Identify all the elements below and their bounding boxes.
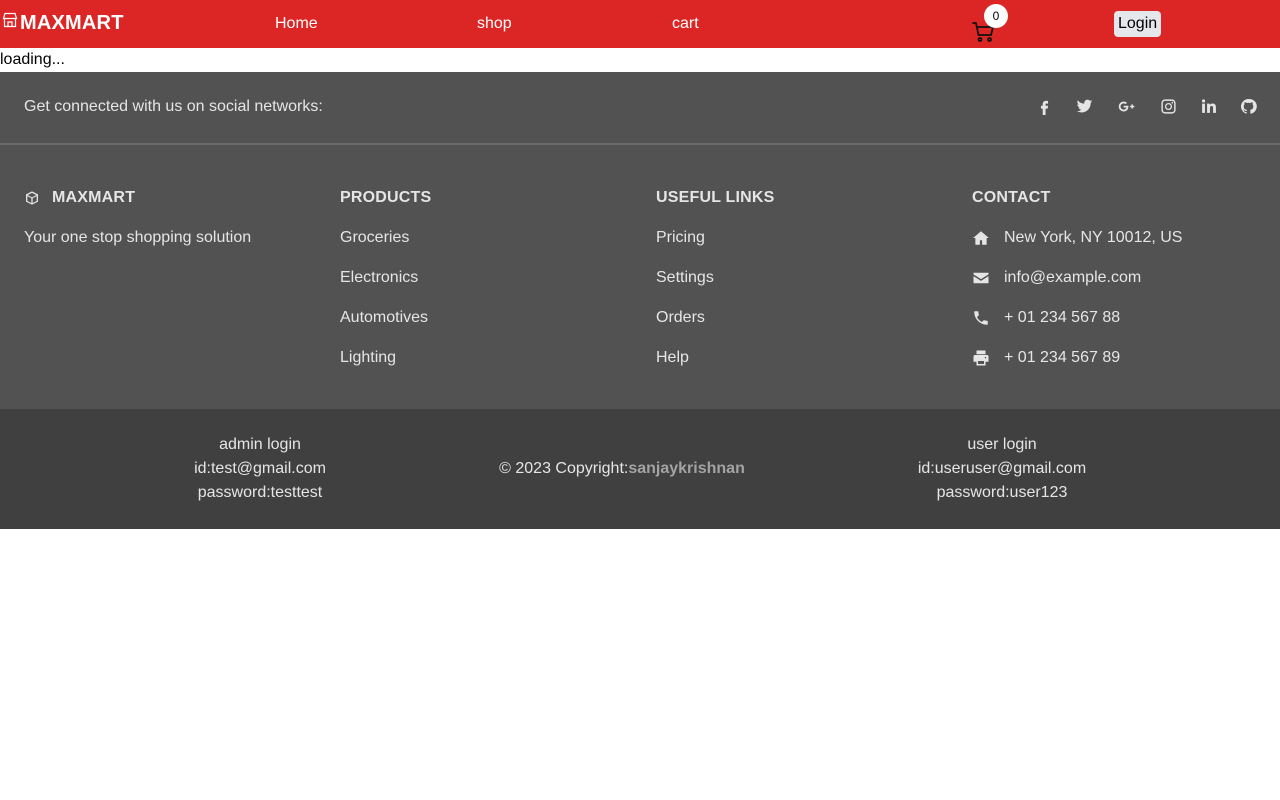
contact-email: info@example.com	[972, 267, 1182, 289]
contact-phone: + 01 234 567 88	[972, 307, 1182, 329]
admin-login-title: admin login	[219, 436, 301, 453]
product-link-automotives[interactable]: Automotives	[340, 307, 431, 329]
instagram-icon[interactable]	[1158, 96, 1178, 116]
useful-links-title: USEFUL LINKS	[656, 189, 775, 206]
user-login-id: id:useruser@gmail.com	[917, 460, 1087, 477]
footer-bottom: admin login id:test@gmail.com password:t…	[0, 409, 1280, 529]
product-link-electronics[interactable]: Electronics	[340, 267, 431, 289]
user-login-info: user login id:useruser@gmail.com passwor…	[880, 433, 1124, 505]
contact-title: CONTACT	[972, 189, 1051, 206]
envelope-icon	[973, 272, 989, 284]
footer-useful-links-column: USEFUL LINKS Pricing Settings Orders Hel…	[656, 187, 775, 369]
products-title: PRODUCTS	[340, 189, 432, 206]
useful-link-pricing[interactable]: Pricing	[656, 227, 775, 249]
footer-main: MAXMART Your one stop shopping solution …	[0, 145, 1280, 409]
footer-contact-column: CONTACT New York, NY 10012, US info@exam…	[972, 187, 1182, 369]
login-button[interactable]: Login	[1114, 11, 1162, 37]
copyright: © 2023 Copyright:sanjaykrishnan	[460, 457, 784, 481]
linkedin-icon[interactable]	[1198, 96, 1218, 116]
contact-email-text: info@example.com	[1004, 269, 1142, 286]
useful-link-settings[interactable]: Settings	[656, 267, 775, 289]
nav-shop-link[interactable]: shop	[477, 14, 512, 34]
contact-phone-text: + 01 234 567 88	[1004, 309, 1121, 326]
footer-products-column: PRODUCTS Groceries Electronics Automotiv…	[340, 187, 431, 369]
admin-login-password: password:testtest	[197, 484, 323, 501]
useful-link-help[interactable]: Help	[656, 347, 775, 369]
social-bar: Get connected with us on social networks…	[0, 72, 1280, 145]
nav-home-link[interactable]: Home	[275, 14, 318, 34]
google-plus-icon[interactable]	[1116, 96, 1136, 116]
contact-address: New York, NY 10012, US	[972, 227, 1182, 249]
printer-icon	[973, 350, 989, 366]
twitter-icon[interactable]	[1074, 96, 1094, 116]
admin-login-info: admin login id:test@gmail.com password:t…	[160, 433, 360, 505]
contact-address-text: New York, NY 10012, US	[1004, 229, 1183, 246]
user-login-password: password:user123	[936, 484, 1068, 501]
footer-brand-column: MAXMART Your one stop shopping solution	[24, 187, 251, 249]
phone-icon	[974, 311, 988, 325]
navbar: MAXMART Home shop cart 0 Login	[0, 0, 1280, 48]
footer-tagline: Your one stop shopping solution	[24, 229, 252, 246]
home-icon	[973, 231, 989, 245]
footer-brand-title: MAXMART	[52, 189, 136, 206]
copyright-author-link[interactable]: sanjaykrishnan	[628, 460, 745, 477]
brand[interactable]: MAXMART	[2, 11, 124, 35]
copyright-text: © 2023 Copyright:	[499, 460, 629, 477]
brand-name: MAXMART	[20, 12, 124, 34]
loading-text: loading...	[0, 51, 65, 68]
facebook-icon[interactable]	[1034, 96, 1054, 116]
product-link-groceries[interactable]: Groceries	[340, 227, 431, 249]
cart-count-badge: 0	[984, 4, 1008, 28]
useful-link-orders[interactable]: Orders	[656, 307, 775, 329]
product-link-lighting[interactable]: Lighting	[340, 347, 431, 369]
user-login-title: user login	[967, 436, 1037, 453]
shop-icon	[2, 12, 18, 28]
github-icon[interactable]	[1238, 96, 1258, 116]
cube-icon	[26, 191, 38, 205]
contact-fax-text: + 01 234 567 89	[1004, 349, 1121, 366]
admin-login-id: id:test@gmail.com	[194, 460, 326, 477]
contact-fax: + 01 234 567 89	[972, 347, 1182, 369]
nav-cart-link[interactable]: cart	[672, 14, 699, 34]
